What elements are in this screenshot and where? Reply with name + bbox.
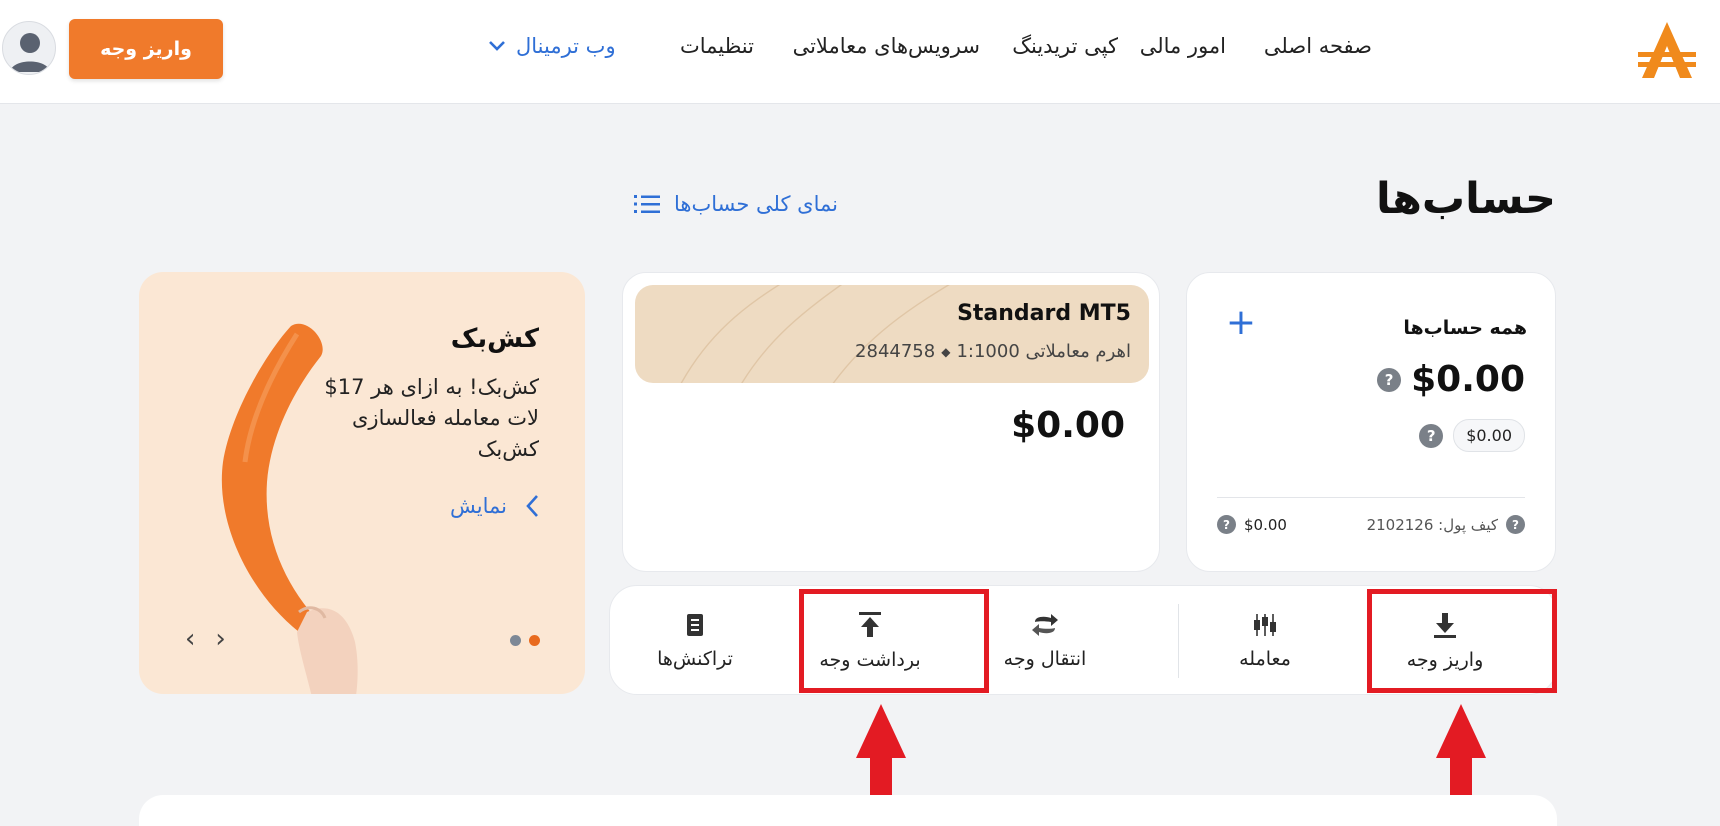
divider bbox=[1217, 497, 1525, 498]
account-balance: $0.00 bbox=[1011, 405, 1125, 446]
nav-finance[interactable]: امور مالی bbox=[1140, 34, 1226, 64]
promo-text: $17 کش‌بک! به ازای هر لات معامله فعالساز… bbox=[324, 375, 539, 461]
all-accounts-title: همه حساب‌ها bbox=[1403, 317, 1527, 339]
account-info: 2844758 ◆ اهرم معاملاتی 1:1000 bbox=[855, 341, 1131, 362]
account-leverage: اهرم معاملاتی 1:1000 bbox=[956, 341, 1131, 362]
sub-balance-pill: $0.00 bbox=[1453, 419, 1525, 452]
nav-copy-trading[interactable]: کپی تریدینگ bbox=[1012, 34, 1118, 64]
account-number: 2844758 bbox=[855, 341, 936, 362]
help-icon[interactable]: ? bbox=[1217, 515, 1236, 534]
transactions-action-button[interactable]: تراکنش‌ها bbox=[610, 586, 780, 696]
help-icon[interactable]: ? bbox=[1377, 367, 1402, 392]
chevron-down-icon bbox=[489, 41, 505, 51]
deposit-highlight-box bbox=[1367, 589, 1557, 693]
help-icon[interactable]: ? bbox=[1419, 423, 1444, 448]
total-balance: ? $0.00 bbox=[1377, 359, 1525, 400]
wallet-label: کیف پول: 2102126 bbox=[1366, 515, 1498, 534]
nav-home[interactable]: صفحه اصلی bbox=[1264, 34, 1372, 64]
carousel-arrows: ‹ › bbox=[185, 624, 226, 654]
chevron-left-icon[interactable]: ‹ bbox=[185, 624, 195, 654]
withdraw-highlight-box bbox=[799, 589, 989, 693]
divider bbox=[1178, 604, 1179, 678]
header-deposit-button[interactable]: واریز وجه bbox=[69, 19, 223, 79]
total-balance-value: $0.00 bbox=[1411, 359, 1525, 400]
accounts-overview-link[interactable]: نمای کلی حساب‌ها bbox=[634, 192, 838, 216]
promo-title: کش‌بک bbox=[450, 324, 539, 354]
nav-settings[interactable]: تنظیمات bbox=[680, 34, 754, 64]
top-header: صفحه اصلی امور مالی کپی تریدینگ سرویس‌ها… bbox=[0, 0, 1720, 104]
account-name: Standard MT5 bbox=[957, 301, 1131, 326]
wallet-info: کیف پول: 2102126 ? bbox=[1367, 515, 1525, 534]
carousel-dot[interactable] bbox=[510, 635, 521, 646]
separator-icon: ◆ bbox=[941, 344, 951, 359]
transfer-icon bbox=[1032, 614, 1058, 636]
wallet-amount: ? $0.00 bbox=[1217, 515, 1287, 534]
page-title: حساب‌ها bbox=[1375, 174, 1556, 224]
banner-pattern bbox=[680, 285, 950, 383]
trade-action-button[interactable]: معامله bbox=[1190, 586, 1340, 696]
brand-logo[interactable] bbox=[1636, 18, 1698, 82]
promo-show-link[interactable]: نمایش bbox=[450, 494, 539, 518]
user-avatar-icon[interactable] bbox=[2, 21, 56, 75]
cashback-promo-card[interactable]: کش‌بک $17 کش‌بک! به ازای هر لات معامله ف… bbox=[139, 272, 585, 694]
sub-balance: ? $0.00 bbox=[1419, 419, 1525, 452]
chevron-left-icon bbox=[526, 495, 538, 517]
all-accounts-card: همه حساب‌ها + ? $0.00 ? $0.00 کیف پول: 2… bbox=[1186, 272, 1556, 572]
carousel-dots bbox=[510, 635, 540, 646]
bottom-card bbox=[139, 795, 1557, 826]
account-banner: Standard MT5 2844758 ◆ اهرم معاملاتی 1:1… bbox=[635, 285, 1149, 383]
receipt-icon bbox=[687, 614, 703, 636]
standard-account-card[interactable]: Standard MT5 2844758 ◆ اهرم معاملاتی 1:1… bbox=[622, 272, 1160, 572]
candlestick-icon bbox=[1254, 614, 1276, 636]
list-icon bbox=[634, 195, 660, 213]
wallet-amount-value: $0.00 bbox=[1244, 515, 1287, 534]
nav-trading-services[interactable]: سرویس‌های معاملاتی bbox=[793, 34, 980, 64]
nav-web-terminal[interactable]: وب ترمینال bbox=[488, 34, 616, 64]
help-icon[interactable]: ? bbox=[1506, 515, 1525, 534]
carousel-dot-active[interactable] bbox=[529, 635, 540, 646]
add-account-button[interactable]: + bbox=[1225, 305, 1257, 341]
chevron-right-icon[interactable]: › bbox=[215, 624, 225, 654]
